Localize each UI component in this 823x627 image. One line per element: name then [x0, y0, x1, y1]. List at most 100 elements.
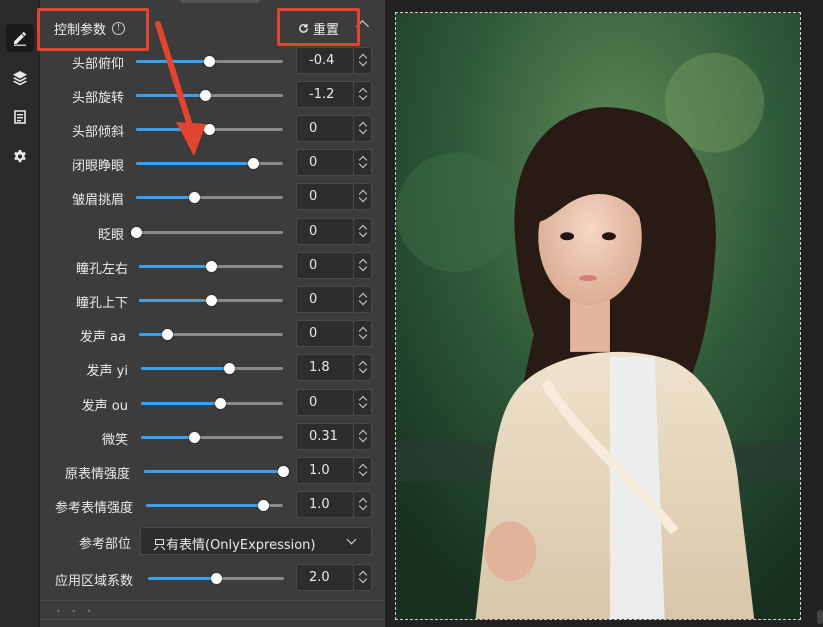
- control-slider[interactable]: [139, 329, 283, 340]
- region-factor-stepper[interactable]: [353, 564, 372, 591]
- control-label: 眨眼: [97, 228, 124, 243]
- control-value-input[interactable]: 0: [296, 149, 354, 176]
- control-stepper[interactable]: [353, 252, 372, 279]
- control-label: 闭眼睁眼: [71, 159, 124, 174]
- control-stepper[interactable]: [353, 115, 372, 142]
- reset-label: 重置: [313, 22, 340, 38]
- control-value-input[interactable]: 1.8: [296, 354, 354, 381]
- control-value-input[interactable]: 0: [296, 252, 354, 279]
- edit-tool-button[interactable]: [6, 24, 34, 52]
- control-slider-fill: [144, 470, 283, 473]
- control-value-input[interactable]: 0: [296, 389, 354, 416]
- control-stepper[interactable]: [353, 491, 372, 518]
- control-stepper[interactable]: [353, 457, 372, 484]
- control-row: 眨眼 0: [40, 218, 385, 246]
- refresh-icon: [299, 23, 308, 33]
- chevron-up-icon[interactable]: [356, 20, 369, 33]
- preview-area: [385, 0, 823, 627]
- control-stepper[interactable]: [353, 320, 372, 347]
- control-stepper[interactable]: [353, 218, 372, 245]
- control-value: 0: [309, 258, 318, 273]
- control-slider[interactable]: [136, 56, 283, 67]
- control-stepper[interactable]: [353, 149, 372, 176]
- control-stepper[interactable]: [353, 183, 372, 210]
- preview-image[interactable]: [395, 12, 801, 620]
- reference-part-select[interactable]: 只有表情(OnlyExpression): [140, 527, 372, 555]
- control-slider-thumb[interactable]: [277, 466, 289, 477]
- control-slider[interactable]: [136, 124, 283, 135]
- control-slider[interactable]: [136, 192, 283, 203]
- region-factor-input[interactable]: 2.0: [296, 564, 354, 591]
- control-slider-fill: [136, 60, 210, 63]
- control-row: 原表情强度 1.0: [40, 457, 385, 485]
- region-factor-value: 2.0: [309, 570, 330, 585]
- control-slider-thumb[interactable]: [162, 329, 174, 340]
- region-factor-slider-thumb[interactable]: [210, 573, 222, 584]
- control-value-input[interactable]: 0: [296, 286, 354, 313]
- control-slider[interactable]: [144, 466, 289, 477]
- control-slider[interactable]: [146, 500, 283, 511]
- reset-button[interactable]: 重置: [290, 17, 347, 39]
- control-slider[interactable]: [130, 227, 283, 238]
- control-value-input[interactable]: 0: [296, 115, 354, 142]
- control-slider-thumb[interactable]: [199, 90, 211, 101]
- scrollbar-thumb[interactable]: [817, 610, 823, 624]
- control-slider[interactable]: [141, 398, 283, 409]
- control-stepper[interactable]: [353, 286, 372, 313]
- control-slider-thumb[interactable]: [189, 192, 201, 203]
- control-stepper[interactable]: [353, 423, 372, 450]
- control-value: 0: [309, 155, 318, 170]
- control-slider[interactable]: [136, 90, 283, 101]
- control-slider-thumb[interactable]: [248, 158, 260, 169]
- control-slider-thumb[interactable]: [205, 295, 217, 306]
- control-label: 发声 ou: [81, 399, 128, 414]
- layers-icon: [13, 71, 27, 86]
- control-slider-thumb[interactable]: [204, 124, 215, 135]
- control-value-input[interactable]: 1.0: [296, 457, 354, 484]
- pencil-icon: [14, 32, 26, 46]
- portrait-photo: [396, 13, 800, 619]
- control-value-input[interactable]: -0.4: [296, 47, 354, 74]
- control-slider-fill: [141, 436, 195, 439]
- control-stepper[interactable]: [353, 389, 372, 416]
- control-slider-fill: [136, 94, 206, 97]
- control-label: 头部俯仰: [71, 57, 124, 72]
- control-value-input[interactable]: 0.31: [296, 423, 354, 450]
- control-slider[interactable]: [141, 363, 283, 374]
- control-slider-thumb[interactable]: [204, 56, 215, 67]
- control-slider-thumb[interactable]: [223, 363, 235, 374]
- info-circle-icon[interactable]: !: [112, 22, 126, 35]
- control-value-input[interactable]: 0: [296, 218, 354, 245]
- control-value: 0: [309, 395, 318, 410]
- control-row: 发声 yi 1.8: [40, 354, 385, 382]
- control-value: 0: [309, 189, 318, 204]
- control-value-input[interactable]: 0: [296, 183, 354, 210]
- control-value-input[interactable]: 1.0: [296, 491, 354, 518]
- collapsed-section-handle[interactable]: • • •: [56, 607, 95, 616]
- control-value: -1.2: [309, 87, 335, 102]
- settings-tool-button[interactable]: [6, 143, 34, 171]
- control-stepper[interactable]: [353, 81, 372, 108]
- control-label: 发声 aa: [79, 330, 126, 345]
- control-slider[interactable]: [139, 261, 283, 272]
- control-slider[interactable]: [139, 295, 283, 306]
- region-factor-slider[interactable]: [148, 573, 284, 584]
- control-slider[interactable]: [136, 158, 283, 169]
- control-slider-thumb[interactable]: [258, 500, 270, 511]
- reference-part-row: 参考部位 只有表情(OnlyExpression): [40, 527, 385, 555]
- control-label: 皱眉挑眉: [71, 193, 124, 208]
- control-slider-thumb[interactable]: [215, 398, 227, 409]
- control-value-input[interactable]: -1.2: [296, 81, 354, 108]
- control-label: 头部倾斜: [71, 125, 124, 140]
- control-slider-thumb[interactable]: [130, 227, 142, 238]
- region-factor-row: 应用区域系数 2.0: [40, 564, 385, 592]
- layers-tool-button[interactable]: [6, 64, 34, 92]
- control-value-input[interactable]: 0: [296, 320, 354, 347]
- control-stepper[interactable]: [353, 354, 372, 381]
- control-row: 头部倾斜 0: [40, 115, 385, 143]
- control-slider-thumb[interactable]: [189, 432, 201, 443]
- control-slider[interactable]: [141, 432, 283, 443]
- control-slider-thumb[interactable]: [205, 261, 217, 272]
- clipboard-tool-button[interactable]: [6, 103, 34, 131]
- control-stepper[interactable]: [353, 47, 372, 74]
